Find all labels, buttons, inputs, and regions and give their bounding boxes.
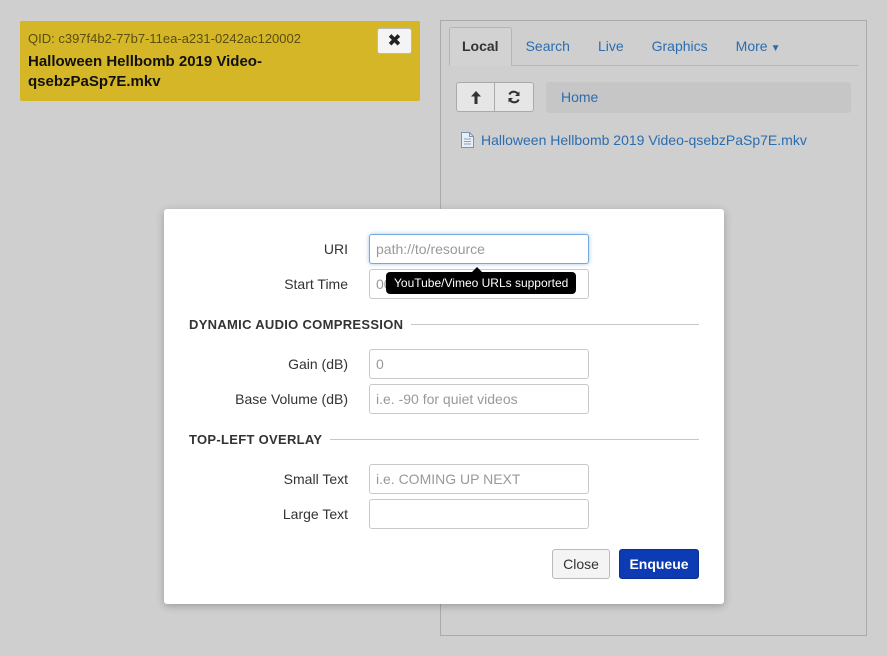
uri-row: URI	[164, 234, 724, 264]
tooltip-text: YouTube/Vimeo URLs supported	[394, 276, 569, 290]
close-button[interactable]: Close	[552, 549, 610, 579]
file-name: Halloween Hellbomb 2019 Video-qsebzPaSp7…	[481, 132, 807, 148]
enqueue-button[interactable]: Enqueue	[619, 549, 699, 579]
browser-tabs: Local Search Live Graphics More ▼	[449, 27, 858, 66]
file-icon	[461, 132, 474, 148]
small-text-row: Small Text	[164, 464, 724, 494]
tab-graphics[interactable]: Graphics	[638, 27, 722, 64]
tab-local-label: Local	[462, 38, 499, 54]
base-volume-label: Base Volume (dB)	[235, 391, 348, 407]
tab-live[interactable]: Live	[584, 27, 638, 64]
tab-local[interactable]: Local	[449, 27, 512, 66]
tab-search-label: Search	[525, 38, 570, 54]
overlay-section: TOP-LEFT OVERLAY	[189, 429, 699, 449]
tab-more-label: More	[735, 38, 768, 54]
tab-graphics-label: Graphics	[651, 38, 708, 54]
large-text-input[interactable]	[369, 499, 589, 529]
small-text-input[interactable]	[369, 464, 589, 494]
base-volume-row: Base Volume (dB)	[164, 384, 724, 414]
start-time-label: Start Time	[284, 276, 348, 292]
section-divider	[411, 323, 699, 325]
uri-tooltip: YouTube/Vimeo URLs supported	[386, 267, 577, 294]
tab-more-dropdown[interactable]: More ▼	[722, 27, 795, 64]
small-text-label: Small Text	[283, 471, 348, 487]
queue-item-card: QID: c397f4b2-77b7-11ea-a231-0242ac12000…	[20, 21, 420, 101]
section-title-audio: DYNAMIC AUDIO COMPRESSION	[189, 316, 404, 332]
tab-search[interactable]: Search	[512, 27, 584, 64]
breadcrumb: Home	[546, 82, 851, 113]
audio-compression-section: DYNAMIC AUDIO COMPRESSION	[189, 314, 699, 334]
file-list-item[interactable]: Halloween Hellbomb 2019 Video-qsebzPaSp7…	[461, 132, 807, 148]
breadcrumb-home[interactable]: Home	[561, 89, 598, 105]
base-volume-input[interactable]	[369, 384, 589, 414]
large-text-row: Large Text	[164, 499, 724, 529]
refresh-icon	[508, 90, 520, 104]
tab-live-label: Live	[597, 38, 624, 54]
close-icon: ✖	[387, 31, 402, 50]
gain-row: Gain (dB)	[164, 349, 724, 379]
arrow-up-icon	[470, 90, 481, 104]
queue-item-qid: QID: c397f4b2-77b7-11ea-a231-0242ac12000…	[28, 31, 301, 46]
browser-toolbar	[456, 82, 534, 112]
uri-input[interactable]	[369, 234, 589, 264]
gain-label: Gain (dB)	[288, 356, 348, 372]
section-title-overlay: TOP-LEFT OVERLAY	[189, 431, 323, 447]
navigate-up-button[interactable]	[456, 82, 495, 112]
gain-input[interactable]	[369, 349, 589, 379]
uri-label: URI	[323, 241, 348, 257]
refresh-button[interactable]	[495, 82, 534, 112]
caret-down-icon: ▼	[770, 43, 781, 54]
section-divider	[330, 438, 699, 440]
large-text-label: Large Text	[282, 506, 348, 522]
queue-item-title: Halloween Hellbomb 2019 Video-qsebzPaSp7…	[28, 53, 262, 90]
enqueue-dialog: URI Start Time YouTube/Vimeo URLs suppor…	[164, 209, 724, 604]
tooltip-arrow	[472, 267, 482, 272]
remove-queue-item-button[interactable]: ✖	[377, 28, 412, 54]
